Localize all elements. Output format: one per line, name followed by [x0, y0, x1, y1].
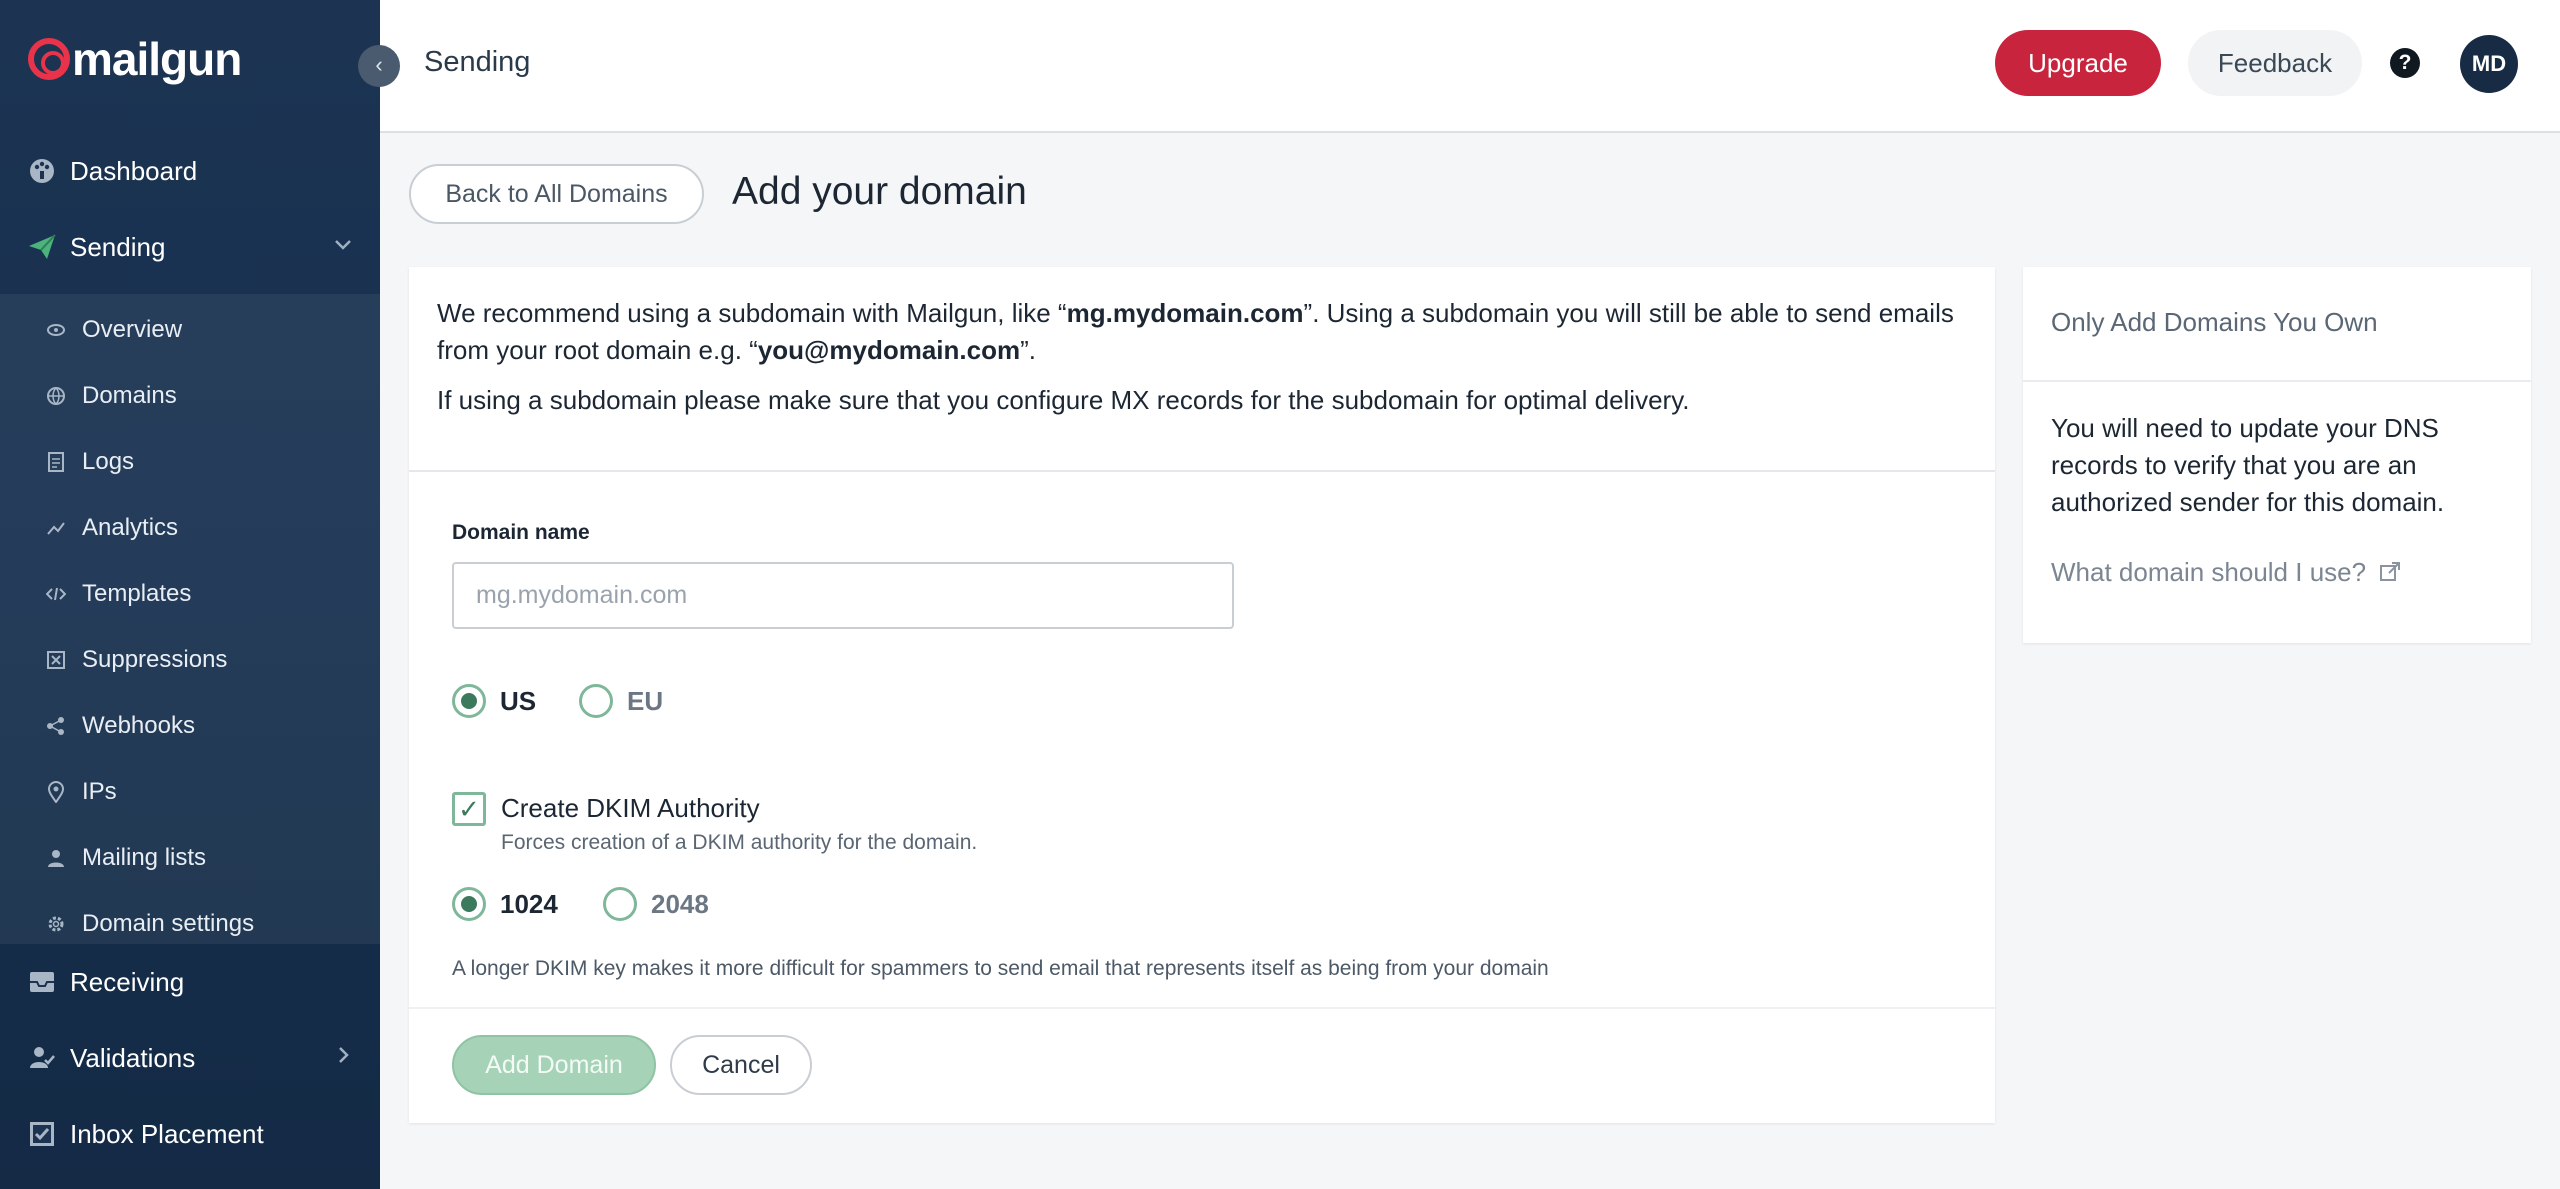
sidebar-item-label: Domain settings — [82, 910, 255, 937]
sidebar-item-receiving[interactable]: Receiving — [0, 950, 380, 1014]
sidebar-item-templates[interactable]: Templates — [0, 564, 380, 624]
chevron-down-icon — [332, 233, 354, 261]
region-eu-radio[interactable]: EU — [579, 684, 663, 718]
sidebar-item-label: Validations — [70, 1042, 196, 1073]
sidebar-item-label: Overview — [82, 316, 183, 343]
add-domain-card: We recommend using a subdomain with Mail… — [409, 267, 1995, 1123]
gear-icon — [44, 912, 68, 936]
document-icon — [44, 450, 68, 474]
sidebar-item-label: Inbox Placement — [70, 1118, 264, 1149]
sidebar-item-label: Templates — [82, 580, 192, 607]
sidebar-item-label: Webhooks — [82, 712, 195, 739]
example-email: you@mydomain.com — [757, 335, 1021, 365]
domain-name-label: Domain name — [452, 521, 590, 544]
create-dkim-label: Create DKIM Authority — [501, 793, 760, 823]
code-icon — [44, 582, 68, 606]
link-label: What domain should I use? — [2051, 557, 2367, 587]
info-panel-heading: Only Add Domains You Own — [2051, 307, 2378, 337]
radio-label: US — [500, 685, 537, 716]
avatar[interactable]: MD — [2460, 35, 2518, 93]
sidebar-item-logs[interactable]: Logs — [0, 432, 380, 492]
sidebar-item-label: Logs — [82, 448, 135, 475]
sidebar-collapse-button[interactable]: ‹ — [358, 45, 400, 87]
sidebar-item-domain-settings[interactable]: Domain settings — [0, 894, 380, 954]
sidebar-item-label: Suppressions — [82, 646, 228, 673]
help-icon[interactable]: ? — [2390, 48, 2420, 78]
sidebar-item-label: Dashboard — [70, 155, 198, 186]
create-dkim-checkbox[interactable]: ✓ — [452, 792, 486, 826]
divider — [409, 470, 1995, 472]
radio-indicator — [603, 887, 637, 921]
mailgun-logo[interactable]: mailgun — [28, 33, 242, 85]
sidebar-item-label: Receiving — [70, 966, 185, 997]
cancel-button[interactable]: Cancel — [670, 1035, 812, 1095]
mx-records-note: If using a subdomain please make sure th… — [437, 385, 1690, 415]
location-pin-icon — [44, 780, 68, 804]
dkim-key-note: A longer DKIM key makes it more difficul… — [452, 957, 1549, 980]
create-dkim-help: Forces creation of a DKIM authority for … — [501, 831, 978, 854]
sidebar-item-sending[interactable]: Sending — [0, 215, 380, 279]
radio-indicator — [452, 684, 486, 718]
checkbox-icon — [26, 1118, 58, 1150]
sidebar-item-label: Mailing lists — [82, 844, 207, 871]
sidebar-item-dashboard[interactable]: Dashboard — [0, 139, 380, 203]
eye-icon — [44, 318, 68, 342]
intro-text: ”. — [1020, 335, 1036, 365]
blocked-icon — [44, 648, 68, 672]
info-panel: Only Add Domains You Own You will need t… — [2023, 267, 2531, 643]
globe-icon — [44, 384, 68, 408]
page-title: Add your domain — [732, 170, 1027, 213]
logo-text: mailgun — [72, 33, 242, 85]
sidebar-item-overview[interactable]: Overview — [0, 300, 380, 360]
chevron-right-icon — [332, 1044, 354, 1072]
external-link-icon — [2379, 559, 2401, 590]
sidebar-item-validations[interactable]: Validations — [0, 1026, 380, 1090]
sidebar-item-webhooks[interactable]: Webhooks — [0, 696, 380, 756]
radio-indicator — [579, 684, 613, 718]
dashboard-icon — [26, 155, 58, 187]
paper-plane-icon — [26, 231, 58, 263]
sidebar-item-ips[interactable]: IPs — [0, 762, 380, 822]
sidebar-item-inbox-placement[interactable]: Inbox Placement — [0, 1102, 380, 1166]
mailgun-logo-icon — [28, 38, 70, 80]
radio-label: EU — [627, 685, 664, 716]
sidebar: mailgun Dashboard Sending Overview Domai… — [0, 0, 380, 1189]
top-bar: Sending Upgrade Feedback ? MD — [380, 0, 2560, 133]
dkim-key-1024-radio[interactable]: 1024 — [452, 887, 558, 921]
sidebar-item-label: IPs — [82, 778, 117, 805]
radio-label: 2048 — [651, 888, 709, 919]
what-domain-link[interactable]: What domain should I use? — [2051, 557, 2401, 590]
divider — [2023, 380, 2531, 382]
trend-icon — [44, 516, 68, 540]
back-to-all-domains-button[interactable]: Back to All Domains — [409, 164, 704, 224]
subdomain-recommendation: We recommend using a subdomain with Mail… — [437, 295, 1977, 369]
divider — [409, 1007, 1995, 1009]
feedback-button[interactable]: Feedback — [2188, 30, 2362, 96]
sidebar-item-suppressions[interactable]: Suppressions — [0, 630, 380, 690]
sidebar-item-domains[interactable]: Domains — [0, 366, 380, 426]
sidebar-item-mailing-lists[interactable]: Mailing lists — [0, 828, 380, 888]
add-domain-button[interactable]: Add Domain — [452, 1035, 656, 1095]
sending-subnav: Overview Domains Logs Analytics Template… — [0, 294, 380, 944]
inbox-icon — [26, 966, 58, 998]
domain-name-input[interactable] — [452, 562, 1234, 629]
intro-text: We recommend using a subdomain with Mail… — [437, 298, 1067, 328]
upgrade-button[interactable]: Upgrade — [1995, 30, 2161, 96]
sidebar-item-label: Sending — [70, 231, 166, 262]
radio-indicator — [452, 887, 486, 921]
page-section-title: Sending — [424, 46, 531, 78]
region-us-radio[interactable]: US — [452, 684, 536, 718]
info-panel-body: You will need to update your DNS records… — [2051, 413, 2445, 517]
person-icon — [44, 846, 68, 870]
sidebar-item-label: Analytics — [82, 514, 179, 541]
sidebar-item-label: Domains — [82, 382, 177, 409]
user-check-icon — [26, 1042, 58, 1074]
share-icon — [44, 714, 68, 738]
radio-label: 1024 — [500, 888, 558, 919]
example-subdomain: mg.mydomain.com — [1066, 298, 1304, 328]
dkim-key-2048-radio[interactable]: 2048 — [603, 887, 709, 921]
sidebar-item-analytics[interactable]: Analytics — [0, 498, 380, 558]
